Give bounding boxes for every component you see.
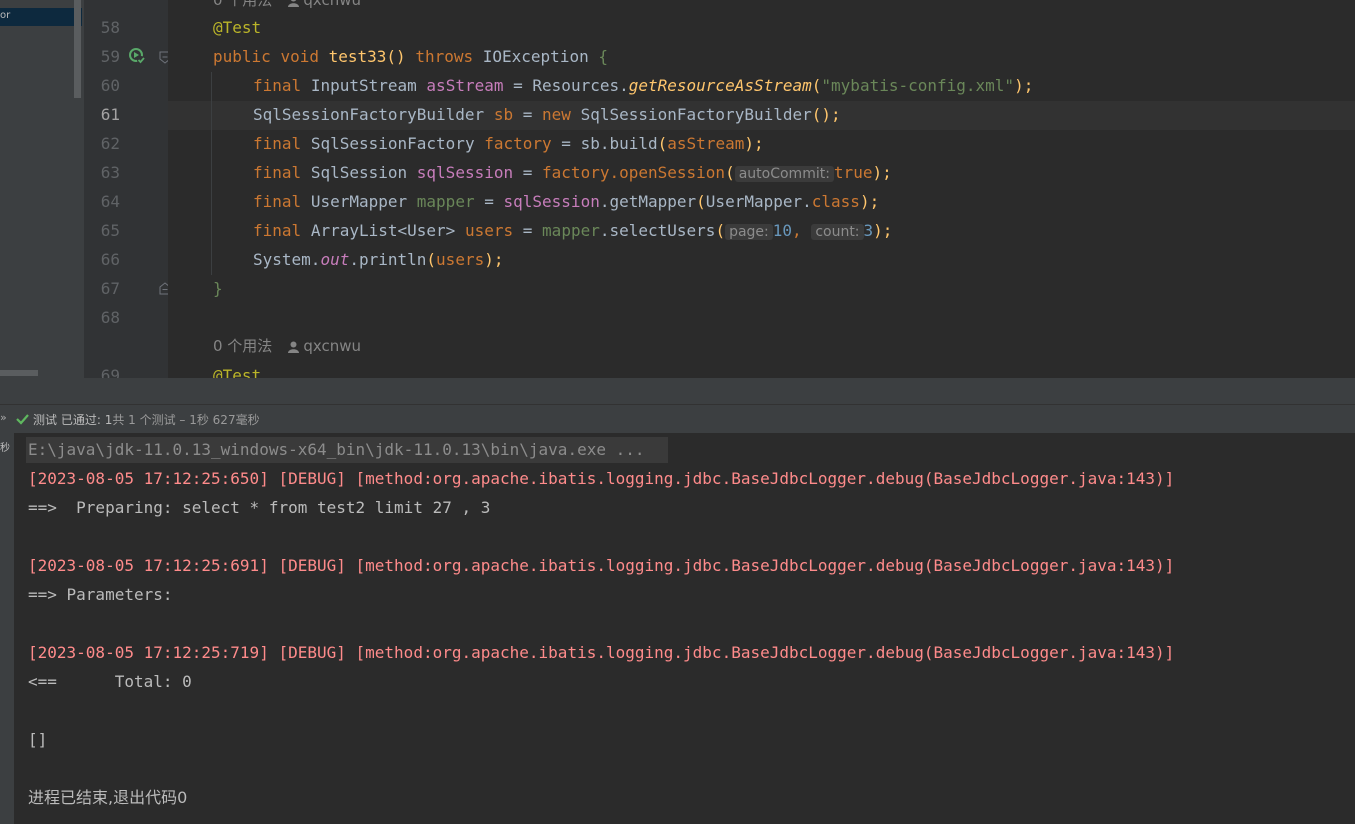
parameter-hint: page: xyxy=(725,224,773,240)
line-number-current: 61 xyxy=(100,105,120,124)
code-vision-usages[interactable]: 0 个用法 qxcnwu xyxy=(213,332,361,361)
code-line-64: final UserMapper mapper = sqlSession.get… xyxy=(253,192,880,211)
code-line-65: final ArrayList<User> users = mapper.sel… xyxy=(253,221,893,240)
line-number: 58 xyxy=(100,18,120,37)
project-vertical-scrollbar[interactable] xyxy=(74,0,81,98)
expand-chevron-icon[interactable]: » xyxy=(0,411,7,424)
run-test-icon[interactable] xyxy=(128,47,146,65)
console-command-line[interactable]: E:\java\jdk-11.0.13_windows-x64_bin\jdk-… xyxy=(28,435,645,464)
parameter-hint: autoCommit: xyxy=(734,166,834,182)
author-label: qxcnwu xyxy=(303,0,361,9)
code-line-59: public void test33() throws IOException … xyxy=(213,47,608,66)
code-line-61: SqlSessionFactoryBuilder sb = new SqlSes… xyxy=(253,105,841,124)
indent-guide xyxy=(211,72,212,275)
line-number: 63 xyxy=(100,163,120,182)
line-number: 68 xyxy=(100,308,120,327)
console-log-line: [2023-08-05 17:12:25:691] [DEBUG] [metho… xyxy=(28,556,1175,575)
parameter-hint: count: xyxy=(811,224,864,240)
line-number: 59 xyxy=(100,47,120,66)
console-log-line: ==> Preparing: select * from test2 limit… xyxy=(28,498,491,517)
line-number: 62 xyxy=(100,134,120,153)
test-tree-panel: 秒 xyxy=(0,433,14,824)
project-tree-selected-item[interactable]: or xyxy=(0,8,82,26)
run-toolbar: » 测试 已通过: 1共 1 个测试 – 1秒 627毫秒 xyxy=(0,405,1355,434)
code-line-66: System.out.println(users); xyxy=(253,250,504,269)
line-number: 65 xyxy=(100,221,120,240)
line-number: 64 xyxy=(100,192,120,211)
code-line-63: final SqlSession sqlSession = factory.op… xyxy=(253,163,892,182)
code-line-58: @Test xyxy=(213,18,262,37)
console-log-line: ==> Parameters: xyxy=(28,585,183,604)
line-number: 67 xyxy=(100,279,120,298)
tool-window-splitter[interactable] xyxy=(0,378,1355,405)
project-horizontal-scrollbar[interactable] xyxy=(0,370,38,376)
code-line-60: final InputStream asStream = Resources.g… xyxy=(253,76,1034,95)
project-tree-item-label: or xyxy=(0,10,11,21)
project-panel: or xyxy=(0,0,84,378)
check-icon xyxy=(16,414,29,425)
line-number: 60 xyxy=(100,76,120,95)
code-line-62: final SqlSessionFactory factory = sb.bui… xyxy=(253,134,764,153)
console-log-line: [2023-08-05 17:12:25:650] [DEBUG] [metho… xyxy=(28,469,1175,488)
console-log-line: [] xyxy=(28,730,48,749)
author-label: qxcnwu xyxy=(303,337,361,355)
console-log-line: <== Total: 0 xyxy=(28,672,192,691)
test-status: 测试 已通过: 1共 1 个测试 – 1秒 627毫秒 xyxy=(33,413,260,427)
console-log-line: [2023-08-05 17:12:25:719] [DEBUG] [metho… xyxy=(28,643,1175,662)
test-duration-label: 秒 xyxy=(0,443,10,454)
console-exit-line: 进程已结束,退出代码0 xyxy=(28,788,188,807)
person-icon xyxy=(288,0,300,7)
line-number: 66 xyxy=(100,250,120,269)
person-icon xyxy=(288,341,300,353)
usages-label: 0 个用法 xyxy=(213,0,273,9)
code-line-67: } xyxy=(213,279,223,298)
usages-label: 0 个用法 xyxy=(213,337,273,355)
